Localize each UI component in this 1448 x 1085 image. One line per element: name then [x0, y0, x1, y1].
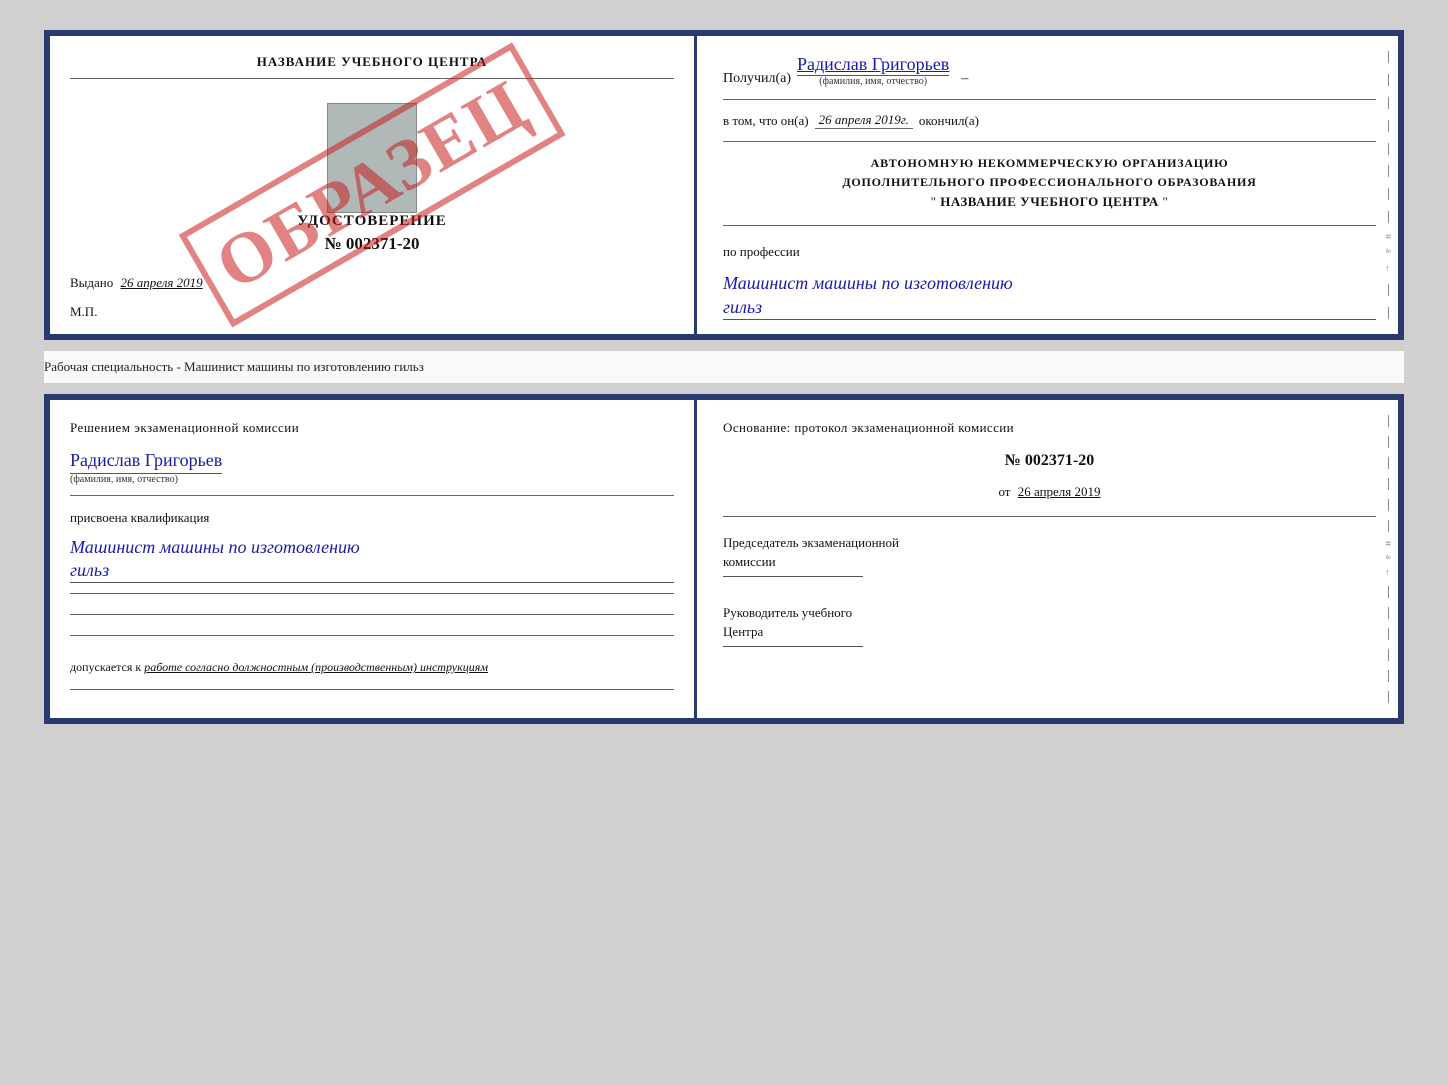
- vydano-line: Выдано 26 апреля 2019: [70, 275, 203, 290]
- poluchil-line: Получил(а) Радислав Григорьев (фамилия, …: [723, 54, 1376, 87]
- prisvoena-label: присвоена квалификация: [70, 510, 674, 526]
- upper-center-name: НАЗВАНИЕ УЧЕБНОГО ЦЕНТРА: [70, 54, 674, 79]
- resheniem-title: Решением экзаменационной комиссии: [70, 418, 674, 438]
- document-wrapper: НАЗВАНИЕ УЧЕБНОГО ЦЕНТРА УДОСТОВЕРЕНИЕ №…: [44, 30, 1404, 724]
- predsedatel-signature-line: [723, 576, 863, 577]
- upper-left-panel: НАЗВАНИЕ УЧЕБНОГО ЦЕНТРА УДОСТОВЕРЕНИЕ №…: [50, 36, 697, 334]
- fio-subtitle-upper: (фамилия, имя, отчество): [819, 76, 927, 87]
- vtom-line: в том, что он(а) 26 апреля 2019г. окончи…: [723, 112, 1376, 129]
- lower-fio-subtitle: (фамилия, имя, отчество): [70, 474, 178, 485]
- specialty-line: Рабочая специальность - Машинист машины …: [44, 350, 1404, 384]
- org-block: АВТОНОМНУЮ НЕКОММЕРЧЕСКУЮ ОРГАНИЗАЦИЮ ДО…: [723, 154, 1376, 213]
- lower-side-decorative-lines: и а ←: [1380, 400, 1398, 718]
- vtom-date: 26 апреля 2019г.: [815, 112, 913, 129]
- protokol-number: № 002371-20: [723, 452, 1376, 470]
- lower-certificate: Решением экзаменационной комиссии Радисл…: [44, 394, 1404, 724]
- rukovoditel-signature-line: [723, 646, 863, 647]
- mp-line: М.П.: [70, 304, 674, 320]
- po-professii-label: по профессии: [723, 244, 1376, 260]
- predsedatel-block: Председатель экзаменационной комиссии: [723, 533, 1376, 581]
- professiya-name: Машинист машины по изготовлению гильз: [723, 272, 1376, 320]
- rukovoditel-block: Руководитель учебного Центра: [723, 603, 1376, 651]
- osnovanie-title: Основание: протокол экзаменационной коми…: [723, 418, 1376, 438]
- udostoverenie-number: № 002371-20: [70, 234, 674, 254]
- udostoverenie-block: УДОСТОВЕРЕНИЕ № 002371-20: [70, 95, 674, 254]
- recipient-name: Радислав Григорьев: [797, 54, 949, 76]
- udostoverenie-title: УДОСТОВЕРЕНИЕ: [70, 213, 674, 230]
- lower-name: Радислав Григорьев: [70, 450, 222, 474]
- upper-right-panel: Получил(а) Радислав Григорьев (фамилия, …: [697, 36, 1398, 334]
- lower-left-panel: Решением экзаменационной комиссии Радисл…: [50, 400, 697, 718]
- lower-qualification: Машинист машины по изготовлению гильз: [70, 536, 674, 584]
- side-decorative-lines: и а ←: [1380, 36, 1398, 334]
- lower-right-panel: Основание: протокол экзаменационной коми…: [697, 400, 1398, 718]
- ot-date: от 26 апреля 2019: [723, 484, 1376, 500]
- photo-area: [327, 103, 417, 213]
- dopuskaetsya-label: допускается к работе согласно должностны…: [70, 660, 674, 675]
- upper-certificate: НАЗВАНИЕ УЧЕБНОГО ЦЕНТРА УДОСТОВЕРЕНИЕ №…: [44, 30, 1404, 340]
